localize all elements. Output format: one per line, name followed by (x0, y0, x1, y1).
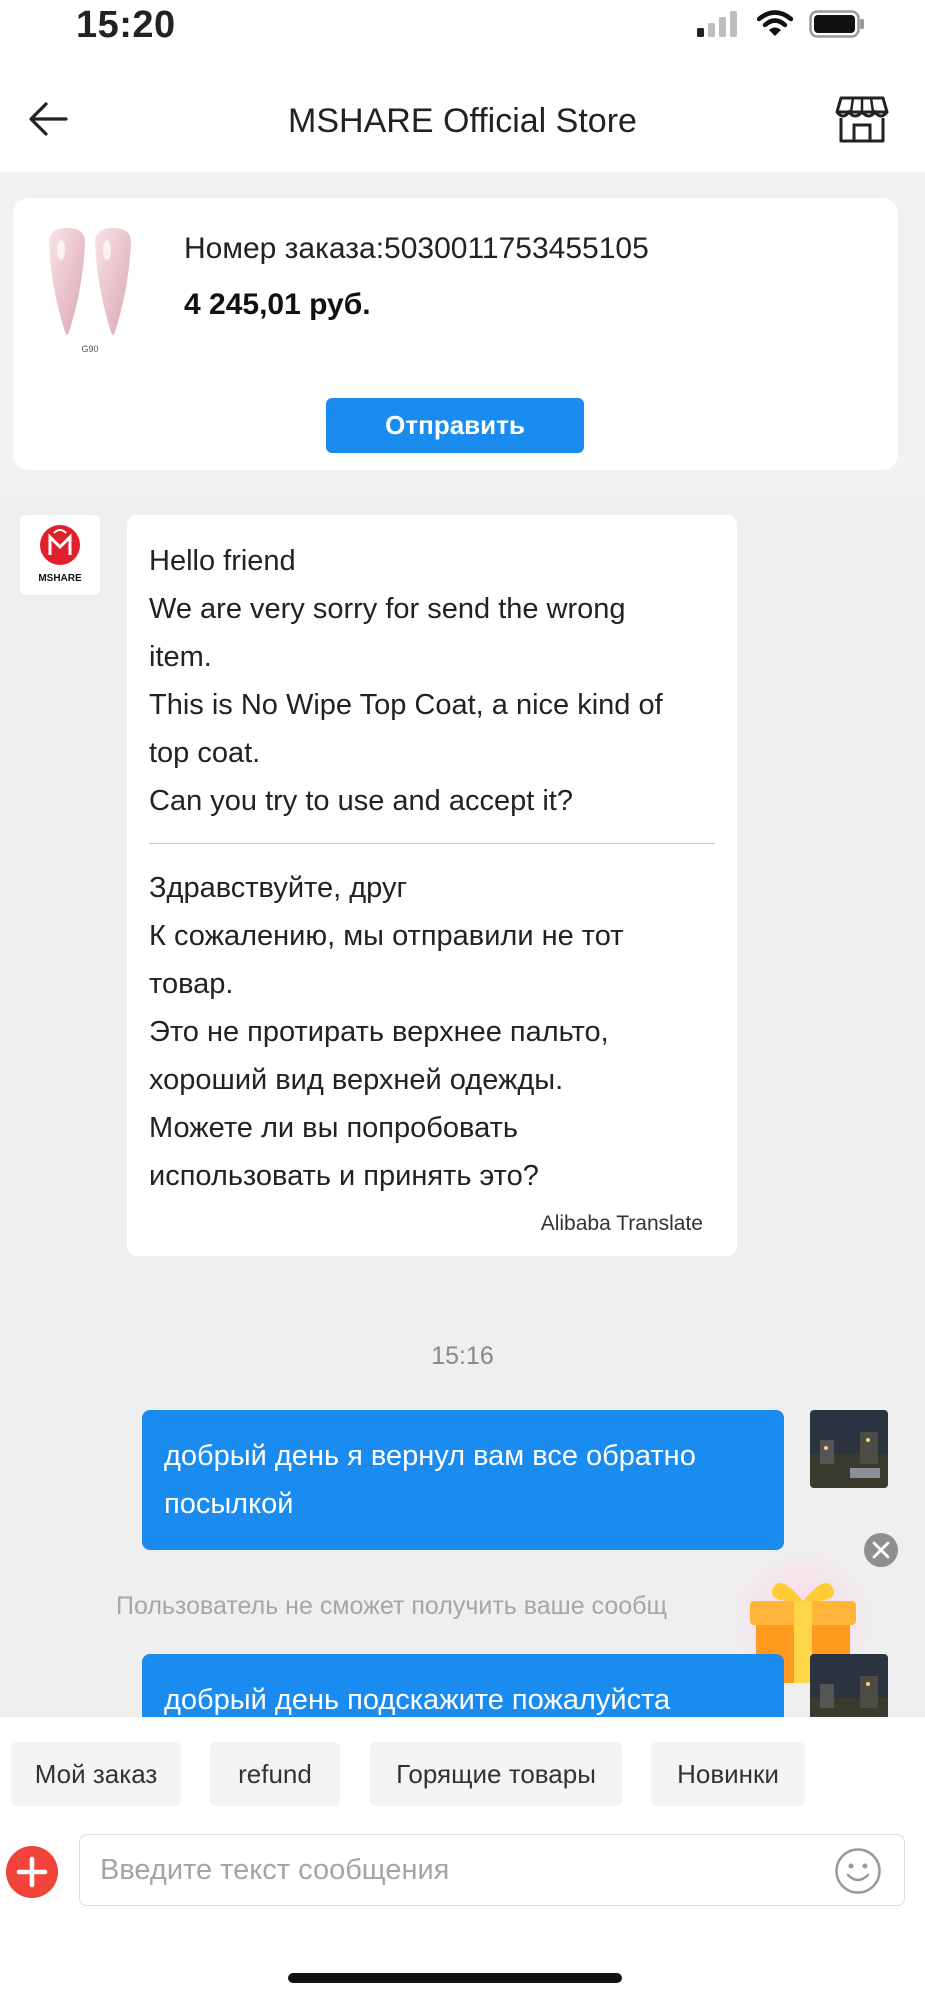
message-line: top coat. (149, 737, 261, 769)
quick-reply-my-order[interactable]: Мой заказ (11, 1742, 181, 1806)
user-avatar[interactable] (810, 1654, 888, 1717)
home-indicator[interactable] (288, 1973, 622, 1983)
user-message-bubble[interactable]: добрый день подскажите пожалуйста (142, 1654, 784, 1717)
message-line: item. (149, 641, 212, 673)
message-line: Здравствуйте, друг (149, 872, 408, 904)
message-line: хороший вид верхней одежды. (149, 1064, 564, 1096)
quick-reply-hot-items[interactable]: Горящие товары (370, 1742, 622, 1806)
signal-icon (697, 11, 737, 37)
chat-area[interactable]: MSHARE Hello friend We are very sorry for… (0, 497, 925, 1717)
seller-avatar[interactable]: MSHARE (20, 515, 100, 595)
message-line: Hello friend (149, 545, 296, 577)
message-line: Это не протирать верхнее пальто, (149, 1016, 609, 1048)
store-title: MSHARE Official Store (288, 102, 637, 140)
product-thumbnail: G90 (49, 228, 131, 354)
system-notice: Пользователь не сможет получить ваше соо… (116, 1592, 668, 1620)
quick-reply-new-items[interactable]: Новинки (651, 1742, 805, 1806)
emoji-icon[interactable] (834, 1847, 882, 1895)
message-line: This is No Wipe Top Coat, a nice kind of (149, 689, 663, 721)
home-area (0, 1927, 925, 2000)
order-number: Номер заказа:5030011753455105 (184, 232, 649, 265)
user-avatar[interactable] (810, 1410, 888, 1488)
wifi-icon (757, 10, 793, 36)
user-message-line: добрый день подскажите пожалуйста (164, 1684, 671, 1716)
seller-message-bubble[interactable]: Hello friend We are very sorry for send t… (127, 515, 737, 1256)
message-line: использовать и принять это? (149, 1160, 539, 1192)
translated-message: Здравствуйте, друг К сожалению, мы отправ… (149, 864, 715, 1200)
user-message-line: посылкой (164, 1488, 294, 1520)
translate-credit: Alibaba Translate (540, 1212, 703, 1235)
message-line: К сожалению, мы отправили не тот (149, 920, 624, 952)
order-card[interactable]: G90 Номер заказа:5030011753455105 4 245,… (13, 198, 898, 470)
chat-timestamp: 15:16 (431, 1342, 494, 1370)
original-message: Hello friend We are very sorry for send t… (149, 537, 715, 825)
thumb-caption: G90 (81, 344, 98, 354)
quick-reply-refund[interactable]: refund (210, 1742, 340, 1806)
user-message-bubble[interactable]: добрый день я вернул вам все обратно пос… (142, 1410, 784, 1550)
message-line: товар. (149, 968, 234, 1000)
plus-icon[interactable] (6, 1846, 58, 1898)
status-icons (697, 10, 865, 38)
order-area: G90 Номер заказа:5030011753455105 4 245,… (0, 172, 925, 497)
message-input[interactable] (79, 1834, 905, 1906)
seller-avatar-text: MSHARE (38, 573, 82, 584)
send-order-button[interactable]: Отправить (326, 398, 584, 453)
user-message-line: добрый день я вернул вам все обратно (164, 1440, 696, 1472)
status-bar: 15:20 (0, 0, 925, 56)
store-icon[interactable] (835, 94, 889, 144)
battery-icon (809, 10, 864, 38)
status-time: 15:20 (76, 4, 176, 46)
translation-divider (149, 843, 715, 844)
input-bar (0, 1827, 925, 1927)
message-line: Can you try to use and accept it? (149, 785, 573, 817)
order-price: 4 245,01 руб. (184, 288, 371, 321)
quick-reply-bar: Мой заказ refund Горящие товары Новинки (0, 1717, 925, 1827)
message-line: Можете ли вы попробовать (149, 1112, 518, 1144)
chat-header: MSHARE Official Store (0, 56, 925, 172)
message-line: We are very sorry for send the wrong (149, 593, 626, 625)
